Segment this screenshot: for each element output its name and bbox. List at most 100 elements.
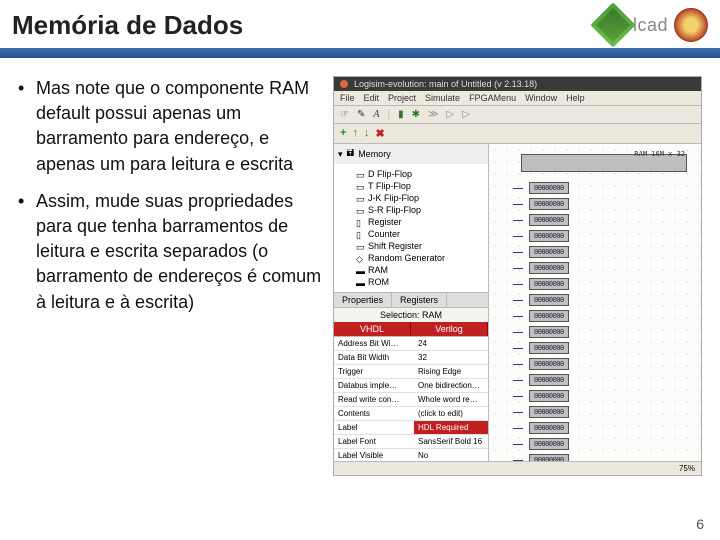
tree-item-s-r-flip-flop[interactable]: ▭S-R Flip-Flop [338,204,484,216]
tree-item-label: D Flip-Flop [368,169,412,179]
ram-row: 00000000 [513,228,685,244]
selection-title: Selection: RAM [334,307,488,322]
menu-edit[interactable]: Edit [364,93,380,103]
tab-vhdl[interactable]: VHDL [334,322,411,336]
tree-item-j-k-flip-flop[interactable]: ▭J-K Flip-Flop [338,192,484,204]
menu-fpgamenu[interactable]: FPGAMenu [469,93,516,103]
ram-cell: 00000000 [529,294,569,306]
tree-item-rom[interactable]: ▬ROM [338,276,484,288]
ram-cell: 00000000 [529,390,569,402]
prop-value[interactable]: (click to edit) [414,407,488,420]
component-icon: ▯ [356,218,364,226]
delete-icon[interactable]: ✖ [375,127,384,140]
component-tree[interactable]: ▭D Flip-Flop▭T Flip-Flop▭J-K Flip-Flop▭S… [334,164,488,292]
step-icon[interactable]: ▷ [462,109,470,120]
ram-cell: 00000000 [529,262,569,274]
tree-item-label: ROM [368,277,389,287]
ram-row: 00000000 [513,276,685,292]
tree-item-label: T Flip-Flop [368,181,411,191]
prop-value[interactable]: No [414,449,488,461]
prop-row[interactable]: Read write con…Whole word re… [334,393,488,407]
wire-icon [513,284,523,285]
menu-window[interactable]: Window [525,93,557,103]
zoom-level[interactable]: 75% [679,464,695,473]
menu-help[interactable]: Help [566,93,585,103]
prop-value[interactable]: 24 [414,337,488,350]
prop-row[interactable]: Label FontSansSerif Bold 16 [334,435,488,449]
prop-value[interactable]: Whole word re… [414,393,488,406]
properties-table[interactable]: Address Bit Wi…24Data Bit Width32Trigger… [334,336,488,461]
tree-item-random-generator[interactable]: ◇Random Generator [338,252,484,264]
prop-key: Label [334,421,414,434]
tree-item-d-flip-flop[interactable]: ▭D Flip-Flop [338,168,484,180]
ram-cell: 00000000 [529,406,569,418]
menu-project[interactable]: Project [388,93,416,103]
tree-item-counter[interactable]: ▯Counter [338,228,484,240]
menu-file[interactable]: File [340,93,355,103]
prop-value[interactable]: Rising Edge [414,365,488,378]
up-icon[interactable]: ↑ [352,127,358,140]
tree-item-label: Counter [368,229,400,239]
bullet-item: Mas note que o componente RAM default po… [18,76,323,177]
tab-registers[interactable]: Registers [392,293,447,307]
props-tabs[interactable]: PropertiesRegisters [334,292,488,307]
ram-memory-rows: 0000000000000000000000000000000000000000… [513,180,685,431]
prop-row[interactable]: Contents(click to edit) [334,407,488,421]
tree-item-register[interactable]: ▯Register [338,216,484,228]
ram-cell: 00000000 [529,278,569,290]
tree-item-ram[interactable]: ▬RAM [338,264,484,276]
tab-properties[interactable]: Properties [334,293,392,307]
canvas[interactable]: RAM 16M x 32 000000000000000000000000000… [489,144,701,461]
prop-value[interactable]: One bidirection… [414,379,488,392]
menubar[interactable]: File Edit Project Simulate FPGAMenu Window Hel… [334,91,701,106]
menu-simulate[interactable]: Simulate [425,93,460,103]
tree-item-t-flip-flop[interactable]: ▭T Flip-Flop [338,180,484,192]
ram-row: 00000000 [513,356,685,372]
ram-cell: 00000000 [529,438,569,450]
prop-row[interactable]: Databus imple…One bidirection… [334,379,488,393]
input-pin-icon[interactable]: ▮ [398,109,404,120]
text-icon[interactable]: A [373,109,379,120]
tab-verilog[interactable]: Verilog [411,322,488,336]
ram-component[interactable]: RAM 16M x 32 000000000000000000000000000… [509,148,691,431]
prop-key: Contents [334,407,414,420]
tree-header-label: Memory [358,149,391,159]
play-icon[interactable]: ▷ [446,109,454,120]
logisim-window: Logisim-evolution: main of Untitled (v 2… [333,76,702,476]
prop-value[interactable]: SansSerif Bold 16 [414,435,488,448]
wire-icon [513,300,523,301]
ram-cell: 00000000 [529,214,569,226]
lang-tabs[interactable]: VHDLVerilog [334,322,488,336]
left-panel: ▾ 🖬 Memory ▭D Flip-Flop▭T Flip-Flop▭J-K … [334,144,489,461]
cube-icon [590,2,635,47]
add-icon[interactable]: + [340,127,346,140]
prop-row[interactable]: Label VisibleNo [334,449,488,461]
wire-icon [513,412,523,413]
down-icon[interactable]: ↓ [364,127,370,140]
prop-value[interactable]: 32 [414,351,488,364]
prop-row[interactable]: Address Bit Wi…24 [334,337,488,351]
prop-key: Label Font [334,435,414,448]
titlebar: Logisim-evolution: main of Untitled (v 2… [334,77,701,91]
bullet-item: Assim, mude suas propriedades para que t… [18,189,323,315]
step-back-icon[interactable]: ≫ [428,109,438,120]
tree-item-label: RAM [368,265,388,275]
bullet-list: Mas note que o componente RAM default po… [18,76,323,476]
page-number: 6 [696,516,704,532]
tree-item-shift-register[interactable]: ▭Shift Register [338,240,484,252]
prop-row[interactable]: TriggerRising Edge [334,365,488,379]
prop-row[interactable]: Data Bit Width32 [334,351,488,365]
prop-value[interactable]: HDL Required [414,421,488,434]
component-icon: ▭ [356,194,364,202]
output-pin-icon[interactable]: ✱ [412,109,420,120]
poke-icon[interactable]: ✎ [357,109,365,120]
close-icon[interactable] [340,80,348,88]
folder-collapse-icon[interactable]: ▾ [338,149,343,160]
tree-header[interactable]: ▾ 🖬 Memory [334,144,488,164]
pointer-icon[interactable]: ☞ [340,109,349,120]
toolbar-secondary[interactable]: + ↑ ↓ ✖ [334,124,701,144]
ram-row: 00000000 [513,340,685,356]
prop-row[interactable]: LabelHDL Required [334,421,488,435]
toolbar-primary[interactable]: ☞ ✎ A | ▮ ✱ ≫ ▷ ▷ [334,106,701,124]
ram-row: 00000000 [513,212,685,228]
